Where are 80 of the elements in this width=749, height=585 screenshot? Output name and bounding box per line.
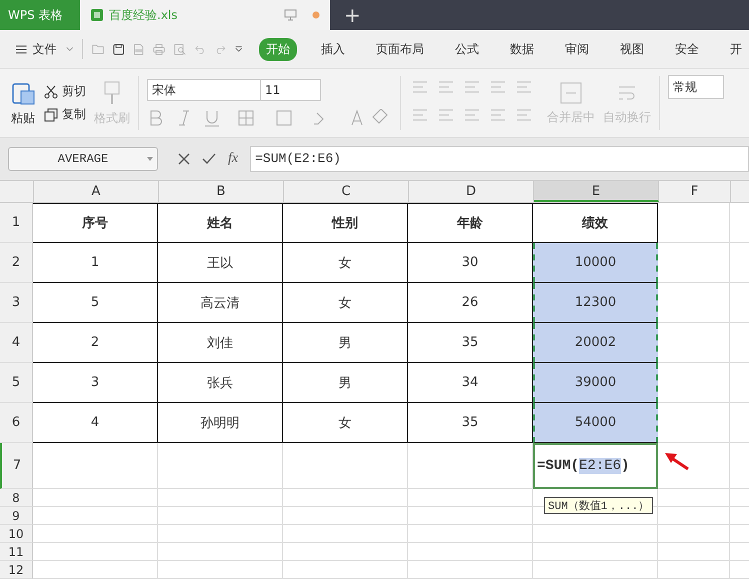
dropdown-icon[interactable]: [234, 45, 242, 53]
merge-cells-icon: [559, 80, 583, 104]
folder-icon[interactable]: [92, 42, 104, 56]
table-cell: 序号: [33, 203, 158, 243]
copy-icon: [44, 108, 58, 122]
formula-field[interactable]: =SUM(E2:E6): [250, 146, 749, 172]
save-icon[interactable]: [112, 42, 124, 56]
column-header[interactable]: F: [659, 181, 731, 202]
table-cell: 4: [33, 403, 158, 443]
table-cell: 20002: [533, 323, 658, 363]
spreadsheet-icon: [90, 8, 104, 22]
table-cell: 12300: [533, 283, 658, 323]
unsaved-dot-icon: [312, 11, 320, 19]
formula-editor-cell[interactable]: =SUM(E2:E6): [533, 443, 658, 489]
row-header[interactable]: 8: [0, 489, 33, 507]
cut-button[interactable]: 剪切: [44, 83, 86, 100]
table-cell: 张兵: [158, 363, 283, 403]
font-size-field[interactable]: 11: [261, 79, 321, 101]
table-cell: 姓名: [158, 203, 283, 243]
table-cell: 刘佳: [158, 323, 283, 363]
row-header[interactable]: 4: [0, 323, 33, 363]
table-cell: 5: [33, 283, 158, 323]
row-header[interactable]: 3: [0, 283, 33, 323]
app-tab[interactable]: WPS 表格: [0, 0, 80, 30]
table-cell: 年龄: [408, 203, 533, 243]
menu-icon[interactable]: [16, 44, 27, 54]
number-format-field[interactable]: 常规: [668, 75, 724, 99]
insert-function-button[interactable]: fx: [228, 151, 238, 167]
file-menu[interactable]: 文件: [32, 40, 57, 58]
table-cell: 女: [283, 283, 408, 323]
print-icon[interactable]: [153, 42, 166, 56]
ribbon-tab[interactable]: 公式: [448, 38, 486, 60]
font-name-field[interactable]: 宋体: [147, 79, 261, 101]
function-tooltip: SUM（数值1，...）: [544, 497, 654, 514]
ribbon-tab[interactable]: 视图: [613, 38, 652, 60]
ribbon-tab[interactable]: 安全: [668, 38, 706, 60]
row-header[interactable]: 7: [0, 443, 33, 489]
row-header[interactable]: 6: [0, 403, 33, 443]
table-cell: 2: [33, 323, 158, 363]
table-cell: 孙明明: [158, 403, 283, 443]
table-cell: 高云清: [158, 283, 283, 323]
table-cell: 女: [283, 403, 408, 443]
row-header[interactable]: 5: [0, 363, 33, 403]
row-header[interactable]: 10: [0, 525, 33, 543]
column-header[interactable]: E: [534, 181, 659, 202]
chevron-down-icon[interactable]: [66, 46, 74, 52]
ribbon-tab[interactable]: 开: [723, 38, 749, 60]
table-cell: 男: [283, 323, 408, 363]
row-header[interactable]: 11: [0, 543, 33, 561]
ribbon-tab[interactable]: 页面布局: [369, 38, 432, 60]
table-cell: 54000: [533, 403, 658, 443]
ribbon-tab[interactable]: 数据: [503, 38, 542, 60]
ribbon-tab[interactable]: 审阅: [558, 38, 596, 60]
column-header[interactable]: B: [159, 181, 284, 202]
table-cell: 1: [33, 243, 158, 283]
dropdown-arrow-icon[interactable]: [147, 157, 153, 161]
scissors-icon: [44, 84, 58, 98]
table-cell: 39000: [533, 363, 658, 403]
pointer-arrow: [664, 451, 690, 471]
close-icon[interactable]: [178, 153, 190, 165]
preview-icon[interactable]: [174, 42, 186, 56]
table-cell: 10000: [533, 243, 658, 283]
table-cell: 男: [283, 363, 408, 403]
checkmark-icon[interactable]: [202, 153, 216, 165]
new-tab-button[interactable]: +: [330, 0, 375, 30]
monitor-icon[interactable]: [284, 9, 297, 21]
row-header[interactable]: 2: [0, 243, 33, 283]
name-box[interactable]: AVERAGE: [8, 147, 158, 171]
column-header[interactable]: C: [284, 181, 409, 202]
copy-button[interactable]: 复制: [44, 106, 86, 123]
row-header[interactable]: 12: [0, 561, 33, 579]
table-cell: 女: [283, 243, 408, 283]
paste-button[interactable]: 粘贴: [10, 80, 36, 126]
table-cell: 王以: [158, 243, 283, 283]
row-header[interactable]: 1: [0, 203, 33, 243]
column-header[interactable]: A: [34, 181, 159, 202]
row-header[interactable]: 9: [0, 507, 33, 525]
table-cell: 性别: [283, 203, 408, 243]
ribbon-tab[interactable]: 插入: [314, 38, 352, 60]
table-cell: 3: [33, 363, 158, 403]
